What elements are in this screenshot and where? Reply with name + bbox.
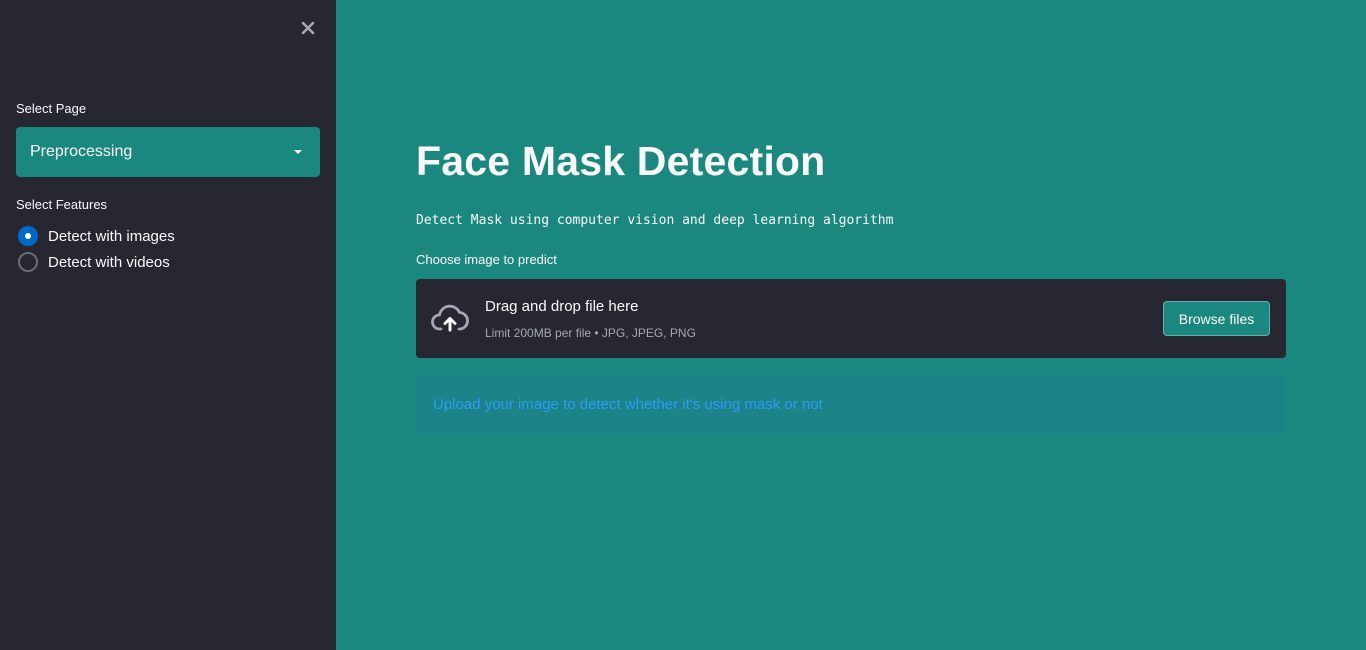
info-alert-text: Upload your image to detect whether it's… [433, 396, 823, 413]
info-alert: Upload your image to detect whether it's… [416, 375, 1286, 434]
close-sidebar-button[interactable] [298, 17, 318, 39]
radio-label-images: Detect with images [48, 227, 175, 245]
browse-files-button[interactable]: Browse files [1163, 301, 1270, 336]
upload-limit-text: Limit 200MB per file • JPG, JPEG, PNG [485, 326, 696, 340]
radio-label-videos: Detect with videos [48, 253, 170, 271]
uploader-label: Choose image to predict [416, 252, 557, 267]
file-uploader-dropzone[interactable]: Drag and drop file here Limit 200MB per … [416, 279, 1286, 358]
select-features-label: Select Features [16, 197, 108, 212]
page-subtitle: Detect Mask using computer vision and de… [416, 213, 894, 228]
chevron-down-icon [294, 150, 302, 154]
radio-selected-icon [18, 226, 38, 246]
radio-detect-images[interactable]: Detect with images [18, 226, 175, 246]
page-title: Face Mask Detection [416, 138, 826, 184]
drag-drop-text: Drag and drop file here [485, 298, 639, 315]
cloud-upload-icon [431, 304, 469, 332]
select-page-dropdown[interactable]: Preprocessing [16, 127, 320, 177]
radio-detect-videos[interactable]: Detect with videos [18, 252, 170, 272]
select-page-value: Preprocessing [30, 143, 133, 160]
select-page-label: Select Page [16, 101, 87, 116]
close-icon [301, 21, 315, 35]
sidebar: Select Page Preprocessing Select Feature… [0, 0, 336, 650]
radio-unselected-icon [18, 252, 38, 272]
